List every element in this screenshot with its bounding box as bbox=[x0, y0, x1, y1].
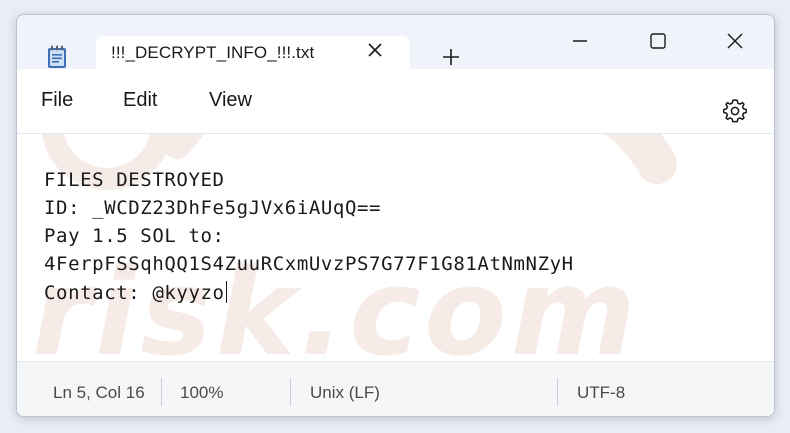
text-line: ID: _WCDZ23DhFe5gJVx6iAUqQ== bbox=[44, 197, 382, 219]
text-line-last: Contact: @kyyzo bbox=[44, 281, 228, 304]
close-icon[interactable] bbox=[720, 29, 750, 53]
status-separator bbox=[557, 378, 558, 406]
menu-file[interactable]: File bbox=[41, 89, 73, 112]
minimize-icon[interactable] bbox=[565, 29, 595, 53]
menu-edit[interactable]: Edit bbox=[123, 89, 157, 112]
plus-icon[interactable] bbox=[441, 47, 461, 67]
close-icon[interactable] bbox=[364, 39, 386, 61]
cursor-position: Ln 5, Col 16 bbox=[53, 383, 145, 402]
text-line: FILES DESTROYED bbox=[44, 169, 225, 191]
zoom-level[interactable]: 100% bbox=[180, 383, 223, 403]
tab-title: !!!_DECRYPT_INFO_!!!.txt bbox=[111, 43, 315, 62]
text-caret bbox=[225, 281, 228, 303]
encoding[interactable]: UTF-8 bbox=[577, 383, 625, 403]
menu-view[interactable]: View bbox=[209, 89, 252, 112]
text-line: Contact: @kyyzo bbox=[44, 282, 225, 304]
maximize-icon[interactable] bbox=[643, 29, 673, 53]
notepad-window: !!!_DECRYPT_INFO_!!!.txt File Edit View bbox=[16, 14, 775, 417]
status-separator bbox=[290, 378, 291, 406]
tab-decrypt-info[interactable]: !!!_DECRYPT_INFO_!!!.txt bbox=[96, 36, 410, 69]
status-separator bbox=[161, 378, 162, 406]
text-line: 4FerpFSSqhQQ1S4ZuuRCxmUvzPS7G77F1G81AtNm… bbox=[44, 253, 574, 275]
menu-bar: File Edit View bbox=[17, 69, 774, 130]
text-line: Pay 1.5 SOL to: bbox=[44, 225, 225, 247]
gear-icon[interactable] bbox=[721, 97, 749, 125]
text-editor[interactable]: risk.com FILES DESTROYED ID: _WCDZ23DhFe… bbox=[17, 134, 774, 361]
line-ending[interactable]: Unix (LF) bbox=[310, 383, 380, 403]
title-bar: !!!_DECRYPT_INFO_!!!.txt bbox=[17, 15, 774, 69]
status-bar: Ln 5, Col 16 100% Unix (LF) UTF-8 bbox=[17, 362, 774, 416]
notepad-icon bbox=[48, 45, 66, 68]
